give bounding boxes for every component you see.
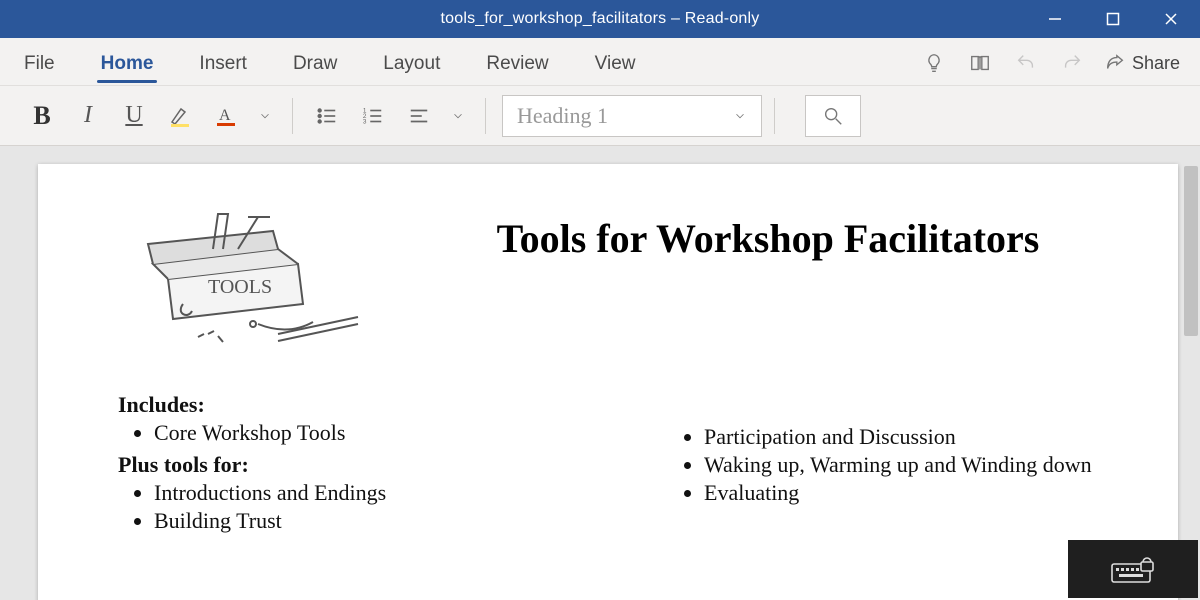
list-item: Waking up, Warming up and Winding down <box>704 452 1118 478</box>
menu-quick-actions: Share <box>920 49 1180 85</box>
redo-icon <box>1060 52 1084 74</box>
tab-view[interactable]: View <box>591 47 640 85</box>
list-item: Introductions and Endings <box>154 480 668 506</box>
separator <box>485 98 486 134</box>
undo-button[interactable] <box>1012 49 1040 77</box>
left-column: Includes: Core Workshop Tools Plus tools… <box>118 392 668 540</box>
minimize-button[interactable] <box>1026 0 1084 38</box>
bold-button[interactable]: B <box>20 94 64 138</box>
document-area: TOOLS Tools for Workshop Facilitators <box>0 146 1200 600</box>
document-title: Tools for Workshop Facilitators <box>418 204 1118 374</box>
toolbox-image: TOOLS <box>118 204 398 374</box>
window-title: tools_for_workshop_facilitators – Read-o… <box>441 10 760 28</box>
highlight-button[interactable] <box>158 94 202 138</box>
separator <box>774 98 775 134</box>
tools-list-left: Introductions and Endings Building Trust <box>118 480 668 534</box>
search-icon <box>822 105 844 127</box>
numbering-button[interactable]: 123 <box>351 94 395 138</box>
tab-review[interactable]: Review <box>482 47 552 85</box>
bullet-list-icon <box>316 105 338 127</box>
paragraph-more-button[interactable] <box>443 109 473 123</box>
window-controls <box>1026 0 1200 38</box>
share-label: Share <box>1132 53 1180 74</box>
share-button[interactable]: Share <box>1104 52 1180 74</box>
maximize-icon <box>1106 12 1120 26</box>
tab-layout[interactable]: Layout <box>379 47 444 85</box>
tab-home[interactable]: Home <box>97 47 158 85</box>
underline-button[interactable]: U <box>112 94 156 138</box>
minimize-icon <box>1047 11 1063 27</box>
bullets-button[interactable] <box>305 94 349 138</box>
plus-tools-heading: Plus tools for: <box>118 452 668 478</box>
list-item: Evaluating <box>704 480 1118 506</box>
ribbon-toolbar: B I U A 123 Heading 1 <box>0 86 1200 146</box>
on-screen-keyboard-button[interactable] <box>1068 540 1198 598</box>
list-item: Participation and Discussion <box>704 424 1118 450</box>
tools-list-right: Participation and Discussion Waking up, … <box>668 424 1118 506</box>
document-page[interactable]: TOOLS Tools for Workshop Facilitators <box>38 164 1178 600</box>
tab-insert[interactable]: Insert <box>195 47 251 85</box>
list-item: Building Trust <box>154 508 668 534</box>
maximize-button[interactable] <box>1084 0 1142 38</box>
chevron-down-icon <box>258 109 272 123</box>
book-open-icon <box>968 52 992 74</box>
right-column: Participation and Discussion Waking up, … <box>668 392 1118 540</box>
svg-text:3: 3 <box>363 118 367 125</box>
includes-list: Core Workshop Tools <box>118 420 668 446</box>
svg-text:TOOLS: TOOLS <box>208 276 272 298</box>
separator <box>292 98 293 134</box>
chevron-down-icon <box>451 109 465 123</box>
numbered-list-icon: 123 <box>362 105 384 127</box>
list-item: Core Workshop Tools <box>154 420 668 446</box>
font-more-button[interactable] <box>250 109 280 123</box>
font-color-button[interactable]: A <box>204 94 248 138</box>
reading-view-button[interactable] <box>966 49 994 77</box>
app-window: tools_for_workshop_facilitators – Read-o… <box>0 0 1200 600</box>
includes-heading: Includes: <box>118 392 668 418</box>
align-button[interactable] <box>397 94 441 138</box>
font-color-icon: A <box>214 104 238 128</box>
document-body: Includes: Core Workshop Tools Plus tools… <box>118 392 1118 540</box>
tab-file[interactable]: File <box>20 47 59 85</box>
tab-draw[interactable]: Draw <box>289 47 341 85</box>
undo-icon <box>1014 52 1038 74</box>
close-icon <box>1164 12 1178 26</box>
style-select-value: Heading 1 <box>517 103 608 129</box>
style-select[interactable]: Heading 1 <box>502 95 762 137</box>
vertical-scrollbar[interactable] <box>1184 166 1198 336</box>
italic-button[interactable]: I <box>66 94 110 138</box>
lightbulb-button[interactable] <box>920 49 948 77</box>
menu-bar: File Home Insert Draw Layout Review View… <box>0 38 1200 86</box>
close-button[interactable] <box>1142 0 1200 38</box>
keyboard-unlock-icon <box>1111 554 1155 584</box>
find-button[interactable] <box>805 95 861 137</box>
chevron-down-icon <box>733 109 747 123</box>
lightbulb-icon <box>923 52 945 74</box>
title-bar: tools_for_workshop_facilitators – Read-o… <box>0 0 1200 38</box>
toolbox-illustration-icon: TOOLS <box>128 209 388 369</box>
redo-button[interactable] <box>1058 49 1086 77</box>
doc-header-row: TOOLS Tools for Workshop Facilitators <box>118 204 1118 374</box>
highlighter-icon <box>168 104 192 128</box>
align-icon <box>408 105 430 127</box>
svg-text:A: A <box>219 107 231 124</box>
share-icon <box>1104 52 1126 74</box>
